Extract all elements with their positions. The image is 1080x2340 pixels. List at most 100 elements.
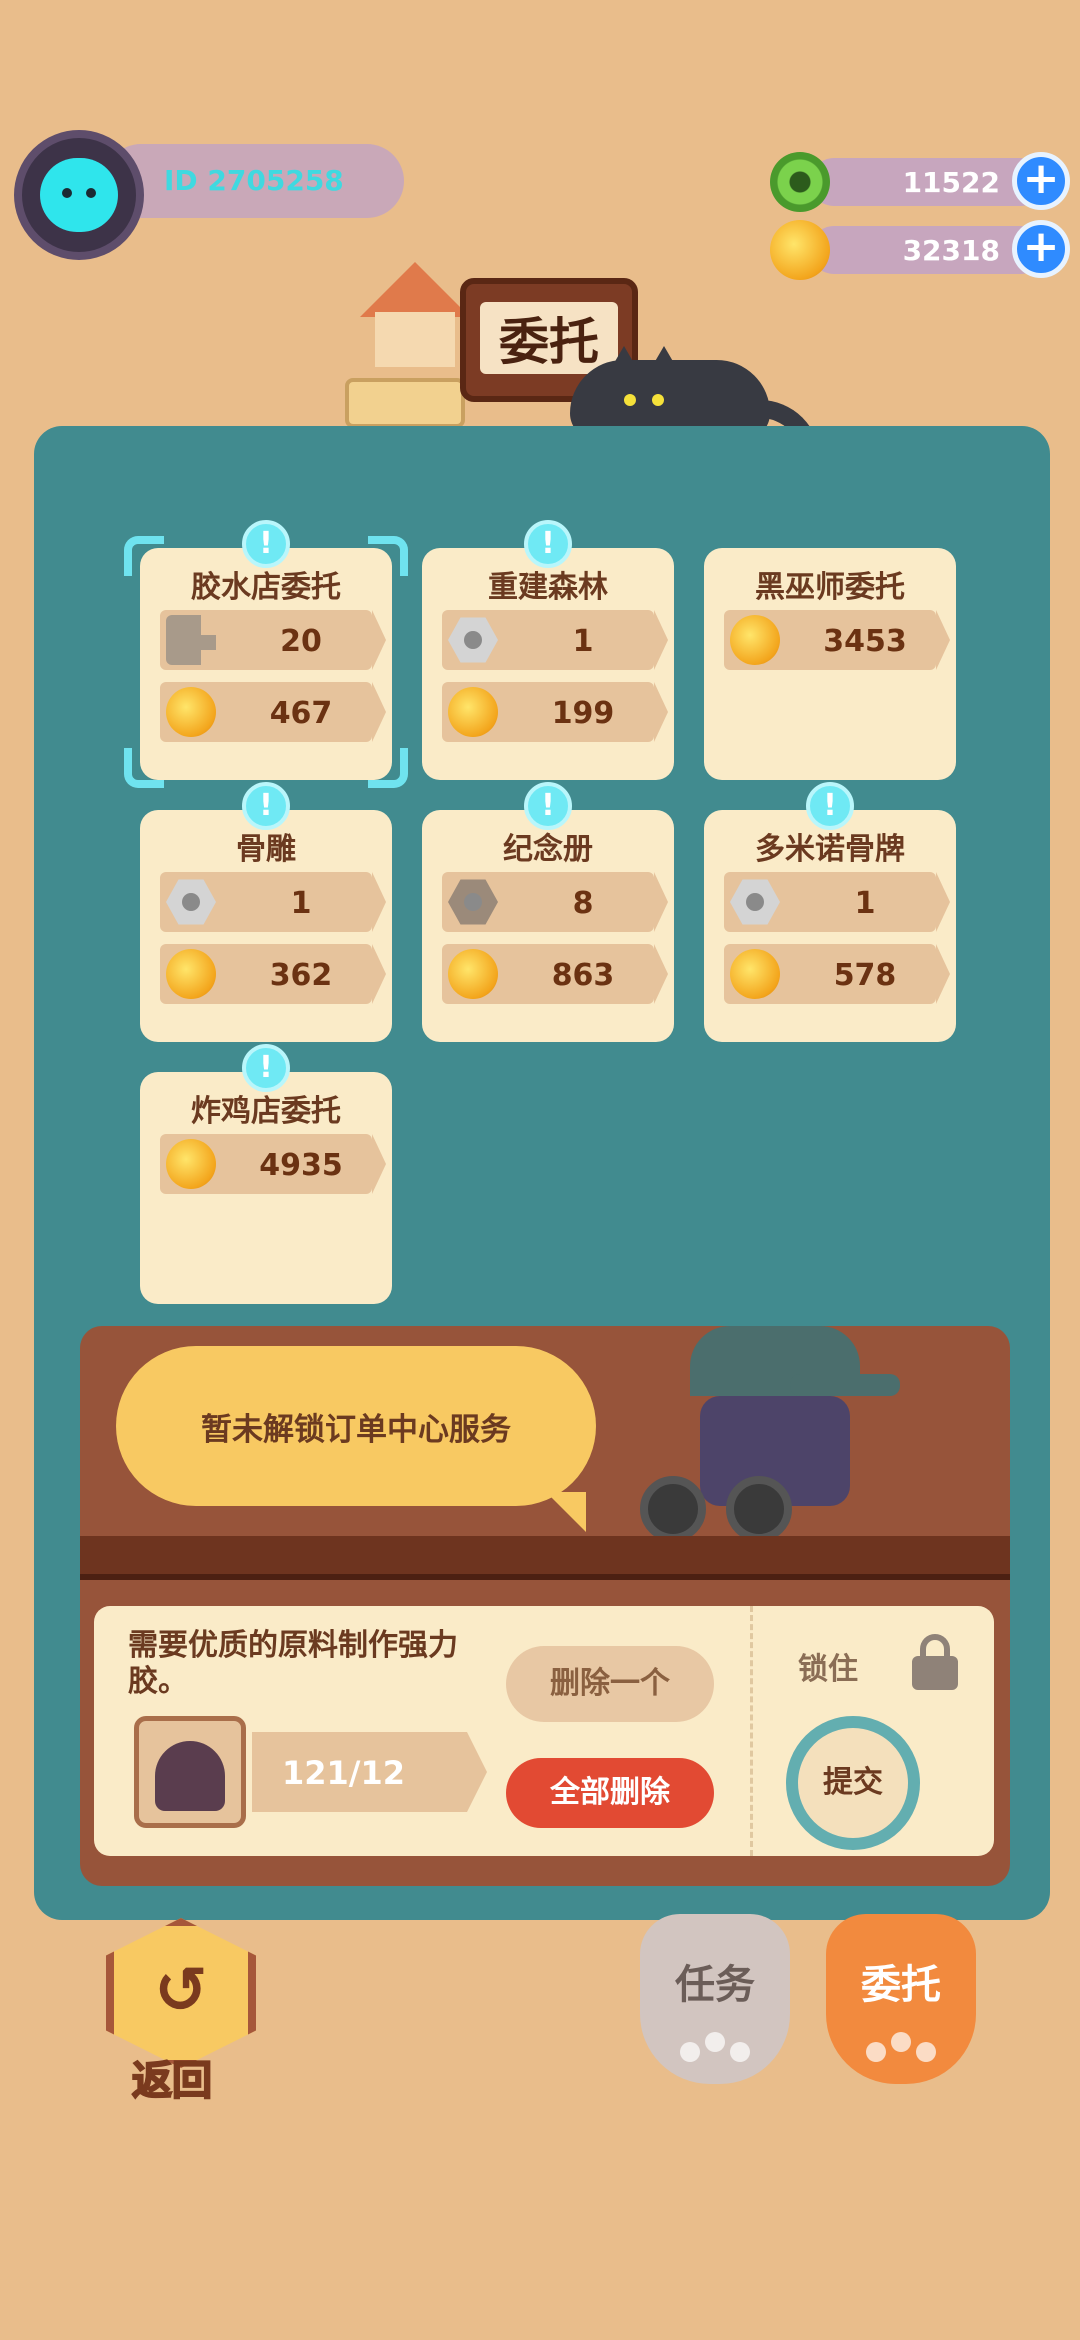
reward-row: 199 [442,682,668,742]
page-title: 委托 [480,302,618,374]
commission-card[interactable]: ! 炸鸡店委托 4935 [140,1044,392,1304]
player-id: ID 2705258 [164,164,344,197]
gold-coin-icon [166,949,216,999]
reward-row: 1 [442,610,668,670]
card-title: 多米诺骨牌 [755,832,905,867]
wooden-shelf [80,1536,1010,1580]
card-title: 骨雕 [236,832,296,867]
required-item-slot[interactable] [134,1716,246,1828]
delete-one-button[interactable]: 删除一个 [506,1646,714,1722]
alert-badge-icon: ! [806,782,854,830]
selection-corner [368,748,408,788]
reward-value: 3453 [823,624,907,659]
delete-all-button[interactable]: 全部删除 [506,1758,714,1828]
return-arrow-icon: ↺ [106,1918,256,2068]
dark-nut-icon [448,879,498,925]
submit-button[interactable]: 提交 [786,1716,920,1850]
books-decoration [345,378,465,428]
reward-value: 199 [551,696,615,731]
selection-corner [124,536,164,576]
card-title: 重建森林 [488,570,608,605]
commission-card[interactable]: 黑巫师委托 3453 [704,548,956,780]
card-title: 胶水店委托 [191,570,341,605]
order-center-message: 暂未解锁订单中心服务 [116,1346,596,1532]
bolt-icon [166,615,216,665]
selection-corner [124,748,164,788]
reward-value: 467 [269,696,333,731]
reward-value: 8 [572,886,594,921]
reward-value: 863 [551,958,615,993]
back-label: 返回 [131,2057,213,2105]
reward-row: 467 [160,682,386,742]
back-button[interactable]: ↺ 返回 [106,1918,256,2105]
currency-gold-value: 32318 [902,234,1000,267]
alert-badge-icon: ! [242,782,290,830]
reward-row: 8 [442,872,668,932]
lock-icon[interactable] [912,1634,958,1690]
reward-row: 362 [160,944,386,1004]
reward-value: 20 [280,624,322,659]
reward-row: 578 [724,944,950,1004]
item-progress-value: 121/12 [282,1754,406,1792]
green-gem-coin-icon [770,152,830,212]
currency-green-value: 11522 [902,166,1000,199]
lock-label: 锁住 [798,1652,858,1687]
card-title: 纪念册 [503,832,593,867]
tab-commission[interactable]: 委托 [826,1914,976,2084]
avatar[interactable] [14,130,144,260]
nut-icon [730,879,780,925]
gold-coin-icon [730,615,780,665]
card-title: 黑巫师委托 [755,570,905,605]
nut-icon [166,879,216,925]
currency-green: 11522 + [770,152,1070,212]
gold-coin-icon [166,1139,216,1189]
reward-value: 4935 [259,1148,343,1183]
selection-corner [368,536,408,576]
robot-character [640,1326,970,1542]
ticket-perforation [750,1606,753,1856]
reward-value: 1 [854,886,876,921]
add-green-currency-button[interactable]: + [1012,152,1070,210]
gold-coin-icon [730,949,780,999]
reward-value: 1 [290,886,312,921]
currency-gold: 32318 + [770,220,1070,280]
add-gold-currency-button[interactable]: + [1012,220,1070,278]
tab-task[interactable]: 任务 [640,1914,790,2084]
gold-coin-icon [448,949,498,999]
cat-avatar-icon [40,158,118,232]
gold-coin-icon [770,220,830,280]
paw-icon [680,2032,750,2066]
order-ticket: 需要优质的原料制作强力胶。 121/12 删除一个 全部删除 锁住 提交 [94,1606,994,1856]
reward-value: 1 [572,624,594,659]
reward-row: 1 [160,872,386,932]
commission-card[interactable]: ! 骨雕 1 362 [140,782,392,1042]
order-description: 需要优质的原料制作强力胶。 [128,1628,458,1699]
commission-card[interactable]: ! 多米诺骨牌 1 578 [704,782,956,1042]
reward-value: 362 [269,958,333,993]
alert-badge-icon: ! [242,1044,290,1092]
gold-coin-icon [448,687,498,737]
commission-card[interactable]: ! 胶水店委托 20 467 [140,520,392,780]
commission-card[interactable]: ! 纪念册 8 863 [422,782,674,1042]
house-icon [360,262,470,372]
card-title: 炸鸡店委托 [191,1094,341,1129]
gold-coin-icon [166,687,216,737]
glue-item-icon [155,1741,225,1811]
reward-value: 578 [833,958,897,993]
alert-badge-icon: ! [524,782,572,830]
reward-row: 1 [724,872,950,932]
reward-row: 3453 [724,610,950,670]
commission-card[interactable]: ! 重建森林 1 199 [422,520,674,780]
reward-row: 20 [160,610,386,670]
order-center: 暂未解锁订单中心服务 需要优质的原料制作强力胶。 121/12 删除一个 全部删… [80,1326,1010,1886]
tab-task-label: 任务 [675,1962,755,2008]
reward-row: 4935 [160,1134,386,1194]
alert-badge-icon: ! [524,520,572,568]
player-profile[interactable]: ID 2705258 [14,130,404,260]
item-progress: 121/12 [252,1732,487,1812]
paw-icon [866,2032,936,2066]
reward-row: 863 [442,944,668,1004]
alert-badge-icon: ! [242,520,290,568]
tab-commission-label: 委托 [861,1962,941,2008]
nut-icon [448,617,498,663]
